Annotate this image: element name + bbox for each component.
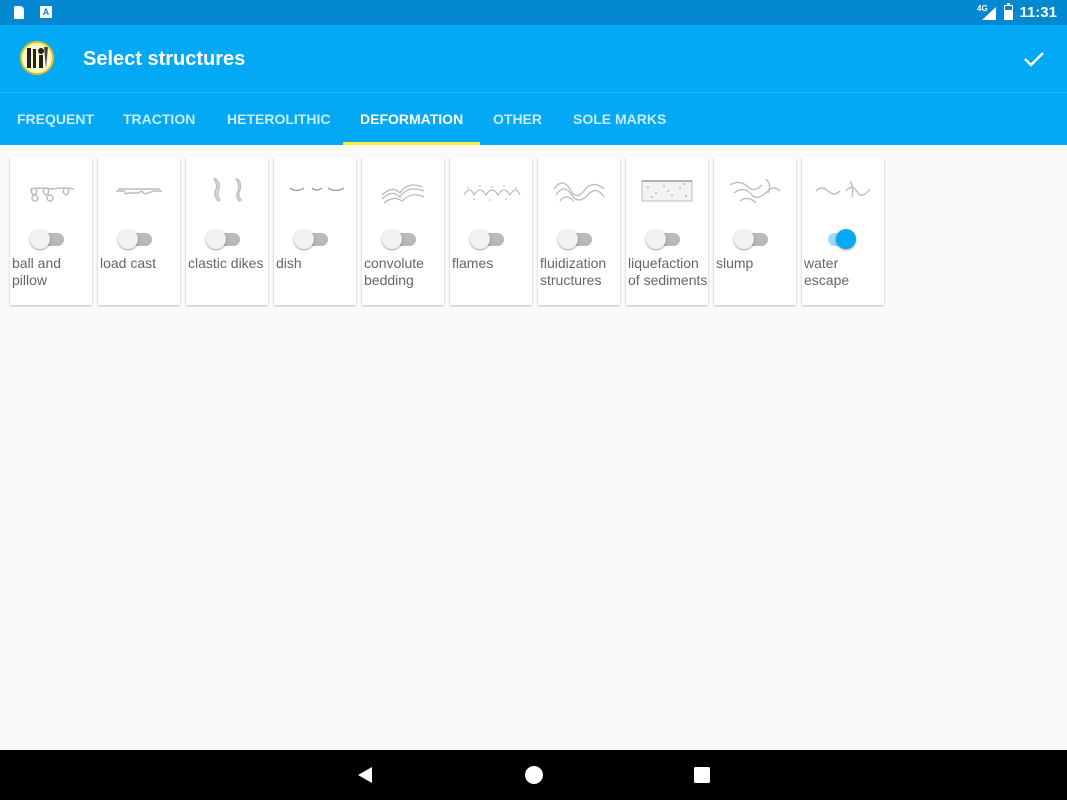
signal-icon <box>982 7 996 20</box>
structure-label: slump <box>716 255 754 271</box>
navigation-bar <box>0 750 1067 800</box>
toggle-switch[interactable] <box>206 229 242 249</box>
tab-heterolithic[interactable]: HETEROLITHIC <box>210 93 347 145</box>
structure-label: flames <box>452 255 494 271</box>
toggle-switch[interactable] <box>734 229 770 249</box>
structure-label: ball and pillow <box>12 255 62 288</box>
load-cast-icon <box>116 188 162 195</box>
toggle-switch[interactable] <box>382 229 418 249</box>
structure-card-clastic-dikes[interactable]: clastic dikes <box>186 157 268 305</box>
recents-button[interactable] <box>690 763 714 787</box>
toggle-switch[interactable] <box>294 229 330 249</box>
structure-label: clastic dikes <box>188 255 264 271</box>
tab-sole-marks[interactable]: SOLE MARKS <box>556 93 683 145</box>
notification-a-icon: A <box>40 6 52 18</box>
structure-card-slump[interactable]: slump <box>714 157 796 305</box>
status-bar: A 4G 11:31 <box>0 0 1067 25</box>
recents-icon <box>694 767 710 783</box>
fluidization-icon <box>553 182 605 202</box>
slump-icon <box>729 178 781 204</box>
clock: 11:31 <box>1019 4 1057 21</box>
app-logo-icon <box>20 41 54 75</box>
structure-card-fluidization-structures[interactable]: fluidization structures <box>538 157 620 305</box>
ball-and-pillow-icon <box>29 187 75 202</box>
home-icon <box>525 766 543 784</box>
structure-card-convolute-bedding[interactable]: convolute bedding <box>362 157 444 305</box>
home-button[interactable] <box>522 763 546 787</box>
convolute-bedding-icon <box>381 184 425 204</box>
back-icon <box>358 767 372 783</box>
structure-card-load-cast[interactable]: load cast <box>98 157 180 305</box>
structure-card-water-escape[interactable]: water escape <box>802 157 884 305</box>
clastic-dikes-icon <box>212 178 242 202</box>
water-escape-icon <box>815 180 871 198</box>
structure-label: liquefaction of sediments <box>628 255 708 288</box>
structure-label: dish <box>276 255 302 271</box>
sd-card-icon <box>14 6 24 19</box>
tab-deformation[interactable]: DEFORMATION <box>343 93 481 145</box>
toggle-switch[interactable] <box>30 229 66 249</box>
check-icon <box>1024 52 1044 67</box>
structure-label: load cast <box>100 255 157 271</box>
app-bar: Select structures <box>0 25 1067 92</box>
liquefaction-icon <box>641 180 693 202</box>
structure-card-flames[interactable]: flames <box>450 157 532 305</box>
confirm-button[interactable] <box>1020 45 1048 73</box>
toggle-switch[interactable] <box>118 229 154 249</box>
tab-traction[interactable]: TRACTION <box>106 93 212 145</box>
page-title: Select structures <box>83 48 246 70</box>
dish-icon <box>289 187 345 192</box>
flames-icon <box>463 185 521 201</box>
structure-label: convolute bedding <box>364 255 424 288</box>
toggle-switch[interactable] <box>470 229 506 249</box>
tab-frequent[interactable]: FREQUENT <box>0 93 111 145</box>
battery-icon <box>1004 3 1013 20</box>
back-button[interactable] <box>353 763 377 787</box>
structure-card-liquefaction-of-sediments[interactable]: liquefaction of sediments <box>626 157 708 305</box>
structure-card-dish[interactable]: dish <box>274 157 356 305</box>
structure-label: fluidization structures <box>540 255 607 288</box>
toggle-switch[interactable] <box>646 229 682 249</box>
structure-card-ball-and-pillow[interactable]: ball and pillow <box>10 157 92 305</box>
tab-bar: FREQUENT TRACTION HETEROLITHIC DEFORMATI… <box>0 92 1067 145</box>
toggle-switch[interactable] <box>822 229 858 249</box>
structure-label: water escape <box>804 255 850 288</box>
toggle-switch[interactable] <box>558 229 594 249</box>
tab-other[interactable]: OTHER <box>476 93 559 145</box>
